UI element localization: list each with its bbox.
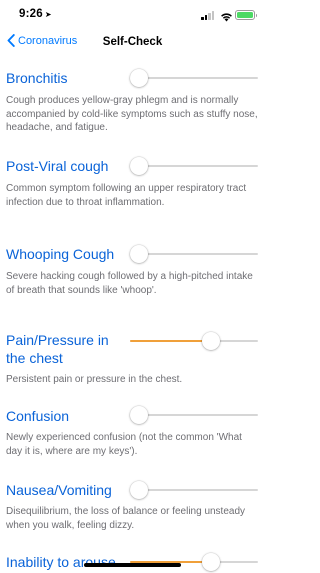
page-title: Self-Check xyxy=(102,36,163,48)
symptom-title: Post-Viral cough xyxy=(6,158,109,174)
symptom-description: Newly experienced confusion (not the com… xyxy=(6,432,242,457)
slider-thumb[interactable] xyxy=(130,406,148,424)
symptom-title: Nausea/Vomiting xyxy=(6,482,112,498)
symptom-description: Persistent pain or pressure in the chest… xyxy=(6,374,183,385)
battery-icon xyxy=(235,10,257,20)
symptom-title: Bronchitis xyxy=(6,70,68,86)
location-arrow-icon: ➤ xyxy=(44,10,52,19)
severity-slider[interactable] xyxy=(130,481,258,499)
slider-thumb[interactable] xyxy=(130,69,148,87)
status-time-text: 9:26 xyxy=(19,8,43,20)
symptom-description: Common symptom following an upper respir… xyxy=(6,183,247,208)
navigation-bar: Coronavirus Self-Check xyxy=(0,28,265,58)
symptom-title: Whooping Cough xyxy=(6,246,115,262)
symptom-description: Cough produces yellow-gray phlegm and is… xyxy=(6,95,258,133)
symptom-title: Inability to arouse xyxy=(6,554,116,570)
slider-thumb[interactable] xyxy=(201,332,220,350)
status-bar: 9:26 ➤ xyxy=(0,0,265,28)
slider-thumb[interactable] xyxy=(130,481,148,499)
severity-slider[interactable] xyxy=(130,157,258,175)
status-time: 9:26 ➤ xyxy=(19,8,52,20)
slider-thumb[interactable] xyxy=(201,553,220,571)
severity-slider[interactable] xyxy=(130,553,258,571)
severity-slider[interactable] xyxy=(130,245,258,263)
severity-slider[interactable] xyxy=(130,69,258,87)
severity-slider[interactable] xyxy=(130,406,258,424)
cellular-signal-icon xyxy=(201,11,215,20)
severity-slider[interactable] xyxy=(130,332,258,350)
slider-thumb[interactable] xyxy=(130,157,148,175)
symptom-title: Confusion xyxy=(6,408,70,424)
symptom-description: Severe hacking cough followed by a high-… xyxy=(6,271,253,296)
home-indicator xyxy=(84,563,181,567)
slider-thumb[interactable] xyxy=(130,245,148,263)
symptom-description: Disequilibrium, the loss of balance or f… xyxy=(6,506,246,531)
symptom-title: Pain/Pressure in the chest xyxy=(6,332,109,366)
wifi-icon xyxy=(220,9,233,22)
